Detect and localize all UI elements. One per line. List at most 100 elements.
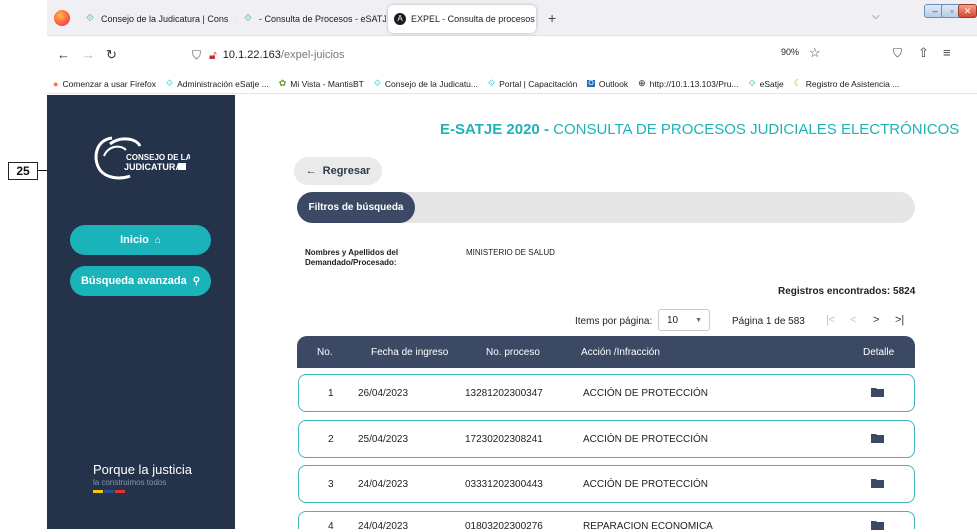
share-icon[interactable]: ⇧ [918, 45, 929, 61]
column-header: Acción /Infracción [581, 347, 660, 358]
back-arrow-icon[interactable]: ← [57, 47, 70, 62]
folder-icon[interactable] [871, 433, 884, 443]
flag-stripe-red [115, 490, 125, 493]
cell-fecha: 24/04/2023 [358, 479, 409, 490]
caret-down-icon: ▼ [695, 316, 702, 324]
last-page-icon[interactable]: >| [895, 314, 904, 326]
ecuador-logo-icon: ⟐ [244, 13, 252, 24]
logo-mark-icon: CONSEJO DE LA JUDICATURA [94, 136, 192, 180]
cell-accion: REPARACION ECONOMICA [583, 521, 713, 532]
browser-tab-3-active[interactable]: A EXPEL - Consulta de procesos ✕ [388, 5, 536, 33]
cell-no: 3 [328, 479, 334, 490]
bookmark-item[interactable]: ✿ Mi Vista - MantisBT [279, 78, 364, 89]
table-row[interactable]: 1 26/04/2023 13281202300347 ACCIÓN DE PR… [298, 374, 915, 412]
column-header: Detalle [863, 347, 895, 358]
shield-icon[interactable]: ⛉ [192, 48, 201, 63]
previous-page-icon[interactable]: < [850, 314, 856, 326]
cell-fecha: 25/04/2023 [358, 434, 409, 445]
chevron-down-icon[interactable]: ⌵ [872, 11, 880, 22]
url-bar[interactable]: ⛉ 🔓︎ 10.1.22.163/expel-juicios [192, 41, 832, 69]
globe-icon: ⊕ [638, 78, 646, 88]
registro-icon: ☾ [793, 78, 802, 88]
close-icon[interactable]: ✕ [228, 14, 236, 25]
reload-icon[interactable]: ↻ [106, 47, 117, 63]
nav-label: Inicio [120, 234, 149, 246]
tab-label: EXPEL - Consulta de procesos [411, 14, 535, 24]
cell-proceso: 13281202300347 [465, 388, 543, 399]
cell-accion: ACCIÓN DE PROTECCIÓN [583, 479, 709, 490]
angular-icon: A [394, 13, 406, 25]
items-per-page-label: Items por página: [575, 316, 653, 327]
items-per-page-value: 10 [667, 314, 679, 326]
bookmarks-toolbar: ● Comenzar a usar Firefox ⟐ Administración… [47, 74, 977, 94]
logo-line1: CONSEJO DE LA [126, 153, 190, 162]
arrow-left-icon: ← [305, 165, 317, 177]
cell-accion: ACCIÓN DE PROTECCIÓN [583, 388, 709, 399]
cell-no: 4 [328, 521, 334, 532]
pocket-icon[interactable]: ⛉ [893, 46, 902, 61]
regresar-label: Regresar [322, 165, 371, 177]
outlook-icon: O [587, 80, 595, 87]
page-title-strong: E-SATJE 2020 - [440, 121, 549, 138]
nav-inicio-button[interactable]: Inicio ⌂ [70, 225, 211, 255]
cell-fecha: 24/04/2023 [358, 521, 409, 532]
page-margin [0, 0, 47, 529]
cell-no: 2 [328, 434, 334, 445]
next-page-icon[interactable]: > [873, 314, 879, 326]
nav-busqueda-avanzada-button[interactable]: Búsqueda avanzada ⚲ [70, 266, 211, 296]
cell-fecha: 26/04/2023 [358, 388, 409, 399]
annotation-label: 25 [8, 162, 38, 180]
bookmark-item[interactable]: ● Comenzar a usar Firefox [53, 79, 156, 89]
bookmark-item[interactable]: ⟐ Consejo de la Judicatu... [374, 78, 478, 89]
table-row[interactable]: 4 24/04/2023 01803202300276 REPARACION E… [298, 511, 915, 532]
column-header: No. [317, 347, 333, 358]
ecuador-logo-icon: ⟐ [86, 13, 94, 24]
firefox-icon: ● [53, 78, 59, 89]
table-header: No. Fecha de ingreso No. proceso Acción … [297, 336, 915, 368]
bookmark-item[interactable]: ☾ Registro de Asistencia ... [794, 78, 900, 89]
flag-stripe-yellow [93, 490, 103, 493]
nav-label: Búsqueda avanzada [80, 275, 187, 287]
bookmark-item[interactable]: ⟐ Administración eSatje ... [166, 78, 269, 89]
lock-warning-icon[interactable]: 🔓︎ [209, 48, 217, 63]
tab-label: Consejo de la Judicatura | Cons [101, 14, 229, 24]
bookmark-star-icon[interactable]: ☆ [809, 45, 821, 61]
new-tab-icon[interactable]: + [548, 10, 556, 26]
flag-stripe-blue [104, 490, 114, 493]
bookmark-item[interactable]: ⟐ Portal | Capacitación [488, 78, 577, 89]
browser-tab-1[interactable]: ⟐ Consejo de la Judicatura | Cons ✕ [78, 5, 236, 33]
table-row[interactable]: 2 25/04/2023 17230202308241 ACCIÓN DE PR… [298, 420, 915, 458]
bookmark-item[interactable]: O Outlook [587, 79, 628, 89]
items-per-page-select[interactable]: 10 ▼ [658, 309, 710, 331]
cell-proceso: 03331202300443 [465, 479, 543, 490]
tab-filtros-busqueda[interactable]: Filtros de búsqueda [297, 192, 415, 223]
menu-icon[interactable]: ≡ [943, 45, 951, 60]
firefox-icon[interactable] [54, 10, 70, 26]
forward-arrow-icon[interactable]: → [82, 47, 95, 62]
close-window-button[interactable]: ✕ [958, 4, 977, 18]
column-header: No. proceso [486, 347, 540, 358]
ecuador-logo-icon: ⟐ [165, 78, 174, 88]
folder-icon[interactable] [871, 387, 884, 397]
search-icon: ⚲ [192, 275, 201, 287]
page-info: Página 1 de 583 [732, 316, 805, 327]
ecuador-logo-icon: ⟐ [748, 78, 756, 88]
cell-accion: ACCIÓN DE PROTECCIÓN [583, 434, 709, 445]
ecuador-logo-icon: ⟐ [373, 78, 381, 88]
page-title-light: CONSULTA DE PROCESOS JUDICIALES ELECTRÓN… [553, 121, 960, 138]
browser-tab-2[interactable]: ⟐ - Consulta de Procesos - eSATJE ✕ [236, 5, 386, 33]
close-icon[interactable]: ✕ [535, 14, 536, 25]
column-header: Fecha de ingreso [371, 347, 449, 358]
zoom-level-badge[interactable]: 90% [781, 47, 799, 62]
cell-no: 1 [328, 388, 334, 399]
filter-value: MINISTERIO DE SALUD [466, 248, 555, 257]
bookmark-item[interactable]: ⊕ http://10.1.13.103/Pru... [638, 78, 738, 89]
bookmark-item[interactable]: ⟐ eSatje [749, 78, 784, 89]
first-page-icon[interactable]: |< [826, 314, 835, 326]
table-row[interactable]: 3 24/04/2023 03331202300443 ACCIÓN DE PR… [298, 465, 915, 503]
logo-line2: JUDICATURA [124, 162, 182, 172]
cell-proceso: 01803202300276 [465, 521, 543, 532]
consejo-judicatura-logo[interactable]: CONSEJO DE LA JUDICATURA [90, 134, 192, 180]
folder-icon[interactable] [871, 478, 884, 488]
regresar-button[interactable]: ← Regresar [294, 157, 382, 185]
